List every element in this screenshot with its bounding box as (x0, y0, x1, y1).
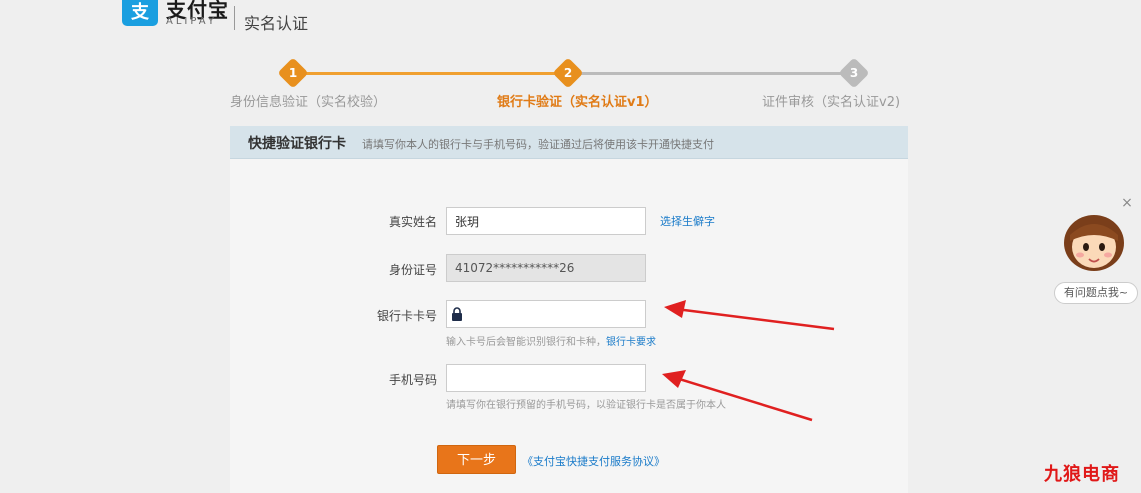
arrow-to-bank-card (664, 300, 835, 331)
help-mascot-icon[interactable] (1060, 207, 1128, 273)
help-button[interactable]: 有问题点我~ (1054, 282, 1138, 304)
arrow-to-phone (662, 370, 813, 422)
watermark-text: 九狼电商 (1044, 464, 1120, 485)
annotation-arrows (662, 300, 835, 422)
service-agreement-link[interactable]: 《支付宝快捷支付服务协议》 (522, 453, 665, 469)
next-step-button[interactable]: 下一步 (437, 445, 516, 474)
